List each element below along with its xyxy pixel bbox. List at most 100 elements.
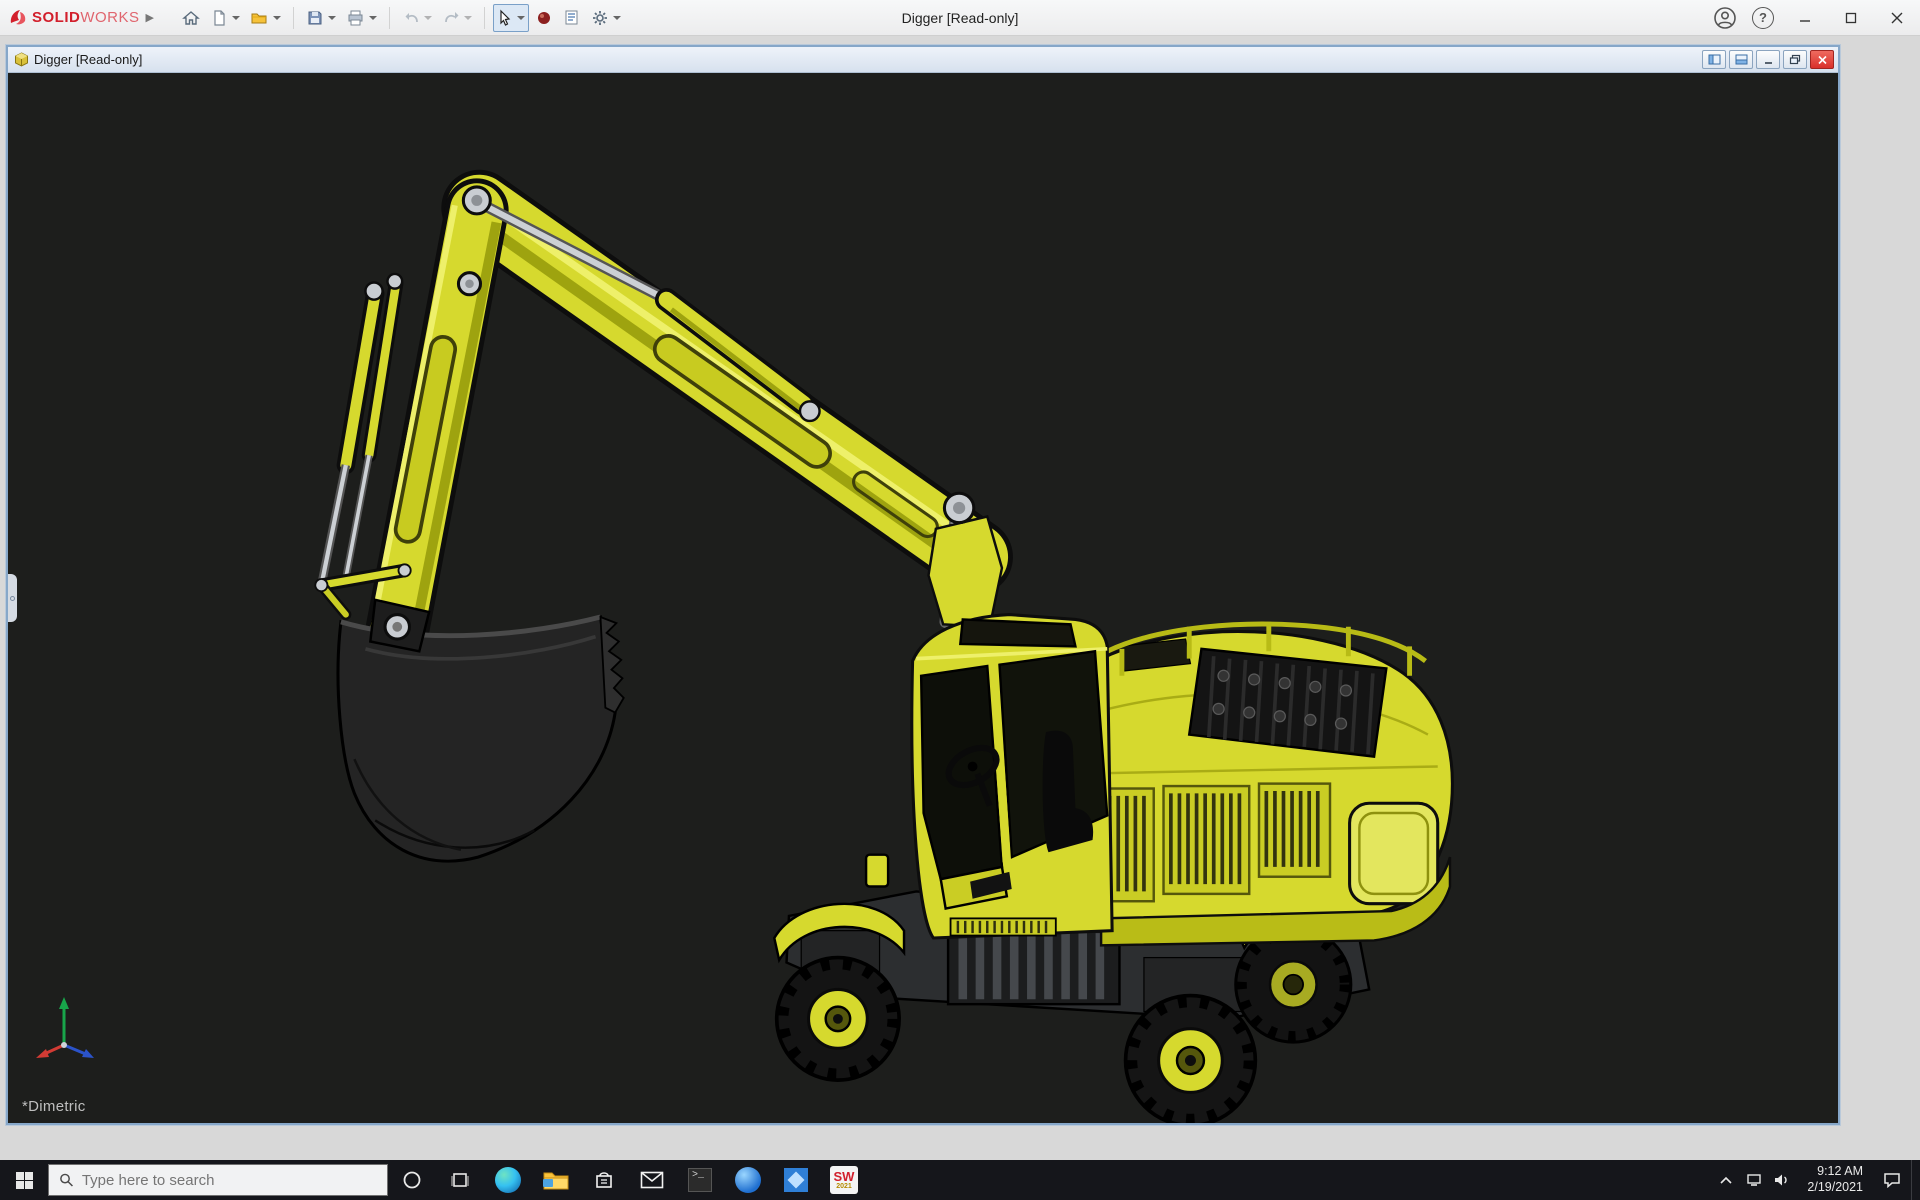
document-title: Digger [Read-only] bbox=[34, 52, 142, 67]
task-view-button[interactable] bbox=[436, 1160, 484, 1200]
user-account-button[interactable] bbox=[1710, 3, 1740, 33]
show-desktop-button[interactable] bbox=[1911, 1160, 1916, 1200]
taskbar-app-mail[interactable] bbox=[628, 1160, 676, 1200]
collapse-handle-icon bbox=[10, 596, 15, 601]
doc-restore-button[interactable] bbox=[1783, 50, 1807, 69]
save-icon bbox=[306, 9, 324, 27]
taskbar-app-store[interactable] bbox=[580, 1160, 628, 1200]
print-icon bbox=[346, 9, 365, 27]
doc-close-button[interactable] bbox=[1810, 50, 1834, 69]
print-button[interactable] bbox=[342, 4, 381, 32]
toolbar-separator bbox=[293, 7, 294, 29]
dropdown-caret-icon[interactable] bbox=[232, 16, 240, 20]
brand-solid: SOLID bbox=[32, 9, 80, 26]
appearances-button[interactable] bbox=[531, 4, 557, 32]
network-icon bbox=[1745, 1173, 1763, 1187]
excavator-model[interactable] bbox=[8, 73, 1838, 1123]
close-icon bbox=[1817, 55, 1828, 65]
undo-icon bbox=[402, 9, 420, 27]
sheet-lines-icon bbox=[563, 9, 580, 26]
tray-volume-button[interactable] bbox=[1769, 1160, 1795, 1200]
app-maximize-button[interactable] bbox=[1828, 0, 1874, 36]
undo-button[interactable] bbox=[398, 4, 436, 32]
front-right-wheel bbox=[1126, 996, 1256, 1123]
dropdown-caret-icon[interactable] bbox=[464, 16, 472, 20]
action-center-button[interactable] bbox=[1875, 1160, 1909, 1200]
help-button[interactable]: ? bbox=[1748, 3, 1778, 33]
document-window-controls bbox=[1702, 50, 1834, 69]
user-icon bbox=[1713, 6, 1737, 30]
start-button[interactable] bbox=[0, 1160, 48, 1200]
redo-button[interactable] bbox=[438, 4, 476, 32]
home-button[interactable] bbox=[178, 4, 204, 32]
new-document-icon bbox=[210, 9, 228, 27]
search-input[interactable] bbox=[82, 1172, 377, 1189]
restore-icon bbox=[1789, 54, 1801, 65]
excavator-arm bbox=[315, 187, 988, 631]
home-icon bbox=[182, 9, 200, 27]
solidworks-app-icon: SW 2021 bbox=[830, 1166, 858, 1194]
rear-wheel bbox=[1236, 927, 1351, 1042]
save-button[interactable] bbox=[302, 4, 340, 32]
edge-icon bbox=[495, 1167, 521, 1193]
console-icon: >_ bbox=[688, 1168, 712, 1192]
tray-expand-button[interactable] bbox=[1713, 1160, 1739, 1200]
mail-icon bbox=[640, 1171, 664, 1189]
new-document-button[interactable] bbox=[206, 4, 244, 32]
taskbar-search[interactable] bbox=[48, 1164, 388, 1196]
minimize-icon bbox=[1799, 12, 1811, 24]
taskbar-app-edge[interactable] bbox=[484, 1160, 532, 1200]
brand-works: WORKS bbox=[80, 9, 139, 26]
tray-network-button[interactable] bbox=[1741, 1160, 1767, 1200]
tile-left-icon bbox=[1708, 54, 1721, 65]
cortana-icon bbox=[402, 1170, 422, 1190]
chevron-up-icon bbox=[1720, 1176, 1732, 1184]
dropdown-caret-icon[interactable] bbox=[369, 16, 377, 20]
dropdown-caret-icon[interactable] bbox=[328, 16, 336, 20]
titlebar-controls: ? bbox=[1706, 0, 1920, 35]
doc-tile-left-button[interactable] bbox=[1702, 50, 1726, 69]
maximize-icon bbox=[1845, 12, 1857, 24]
clock-time: 9:12 AM bbox=[1807, 1164, 1863, 1180]
app-close-button[interactable] bbox=[1874, 0, 1920, 36]
close-icon bbox=[1891, 12, 1903, 24]
dropdown-caret-icon[interactable] bbox=[517, 16, 525, 20]
gear-icon bbox=[591, 9, 609, 27]
dropdown-caret-icon[interactable] bbox=[273, 16, 281, 20]
taskbar-app-console[interactable]: >_ bbox=[676, 1160, 724, 1200]
taskbar-app-solidworks[interactable]: SW 2021 bbox=[820, 1160, 868, 1200]
app-minimize-button[interactable] bbox=[1782, 0, 1828, 36]
clock-date: 2/19/2021 bbox=[1807, 1180, 1863, 1196]
dropdown-caret-icon[interactable] bbox=[424, 16, 432, 20]
store-icon bbox=[593, 1169, 615, 1191]
bucket-teeth bbox=[600, 617, 623, 713]
tile-bottom-icon bbox=[1735, 54, 1748, 65]
document-titlebar[interactable]: Digger [Read-only] bbox=[8, 47, 1838, 73]
viewport-3d[interactable]: *Dimetric bbox=[8, 73, 1838, 1123]
doc-tile-bottom-button[interactable] bbox=[1729, 50, 1753, 69]
cortana-button[interactable] bbox=[388, 1160, 436, 1200]
taskbar-clock[interactable]: 9:12 AM 2/19/2021 bbox=[1797, 1164, 1873, 1195]
dropdown-caret-icon[interactable] bbox=[613, 16, 621, 20]
windows-logo-icon bbox=[16, 1172, 33, 1189]
taskbar-app-file-explorer[interactable] bbox=[532, 1160, 580, 1200]
evaluate-sheet-button[interactable] bbox=[559, 4, 585, 32]
app-titlebar: SOLIDWORKS ▶ bbox=[0, 0, 1920, 36]
menu-expand-chevron-icon[interactable]: ▶ bbox=[146, 11, 154, 24]
excavator-bucket bbox=[338, 600, 624, 861]
taskbar-app-media[interactable] bbox=[724, 1160, 772, 1200]
photos-icon bbox=[784, 1168, 808, 1192]
select-tool-button[interactable] bbox=[493, 4, 529, 32]
orientation-triad[interactable] bbox=[30, 985, 110, 1065]
minimize-icon bbox=[1763, 55, 1774, 65]
volume-icon bbox=[1773, 1173, 1791, 1187]
side-marker bbox=[866, 855, 888, 887]
media-app-icon bbox=[735, 1167, 761, 1193]
doc-minimize-button[interactable] bbox=[1756, 50, 1780, 69]
feature-tree-collapse-tab[interactable] bbox=[8, 574, 17, 622]
taskbar-app-photos[interactable] bbox=[772, 1160, 820, 1200]
solidworks-brand: SOLIDWORKS ▶ bbox=[0, 8, 164, 28]
open-button[interactable] bbox=[246, 4, 285, 32]
search-icon bbox=[59, 1172, 74, 1188]
options-button[interactable] bbox=[587, 4, 625, 32]
